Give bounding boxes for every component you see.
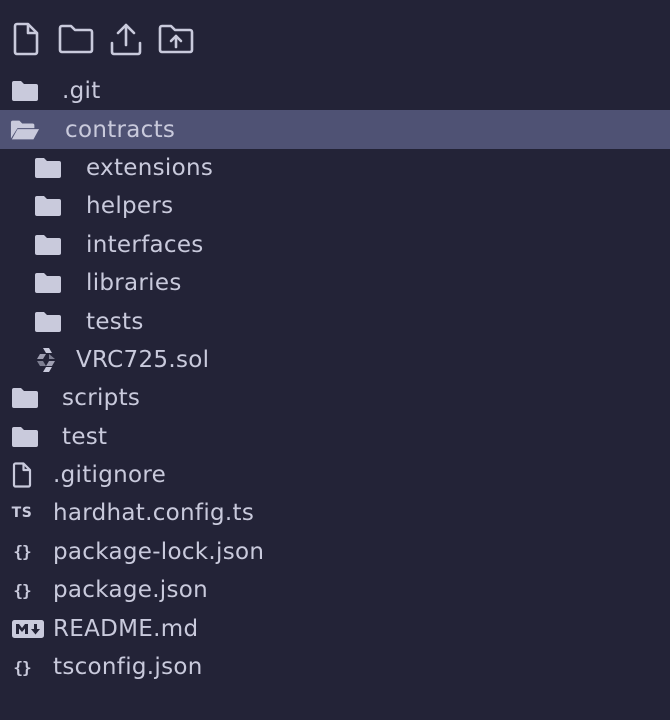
upload-file-button[interactable] — [110, 20, 142, 58]
tree-item-tsconfig-file[interactable]: {} tsconfig.json — [0, 648, 670, 686]
tree-item-label: scripts — [62, 385, 141, 412]
folder-icon — [10, 383, 40, 413]
solidity-icon — [31, 345, 61, 375]
tree-item-label: .git — [62, 78, 101, 105]
tree-item-extensions-folder[interactable]: extensions — [0, 149, 670, 187]
json-icon: {} — [13, 657, 31, 677]
tree-item-interfaces-folder[interactable]: interfaces — [0, 226, 670, 264]
tree-item-label: extensions — [86, 154, 214, 181]
folder-icon — [33, 153, 63, 183]
upload-icon — [109, 21, 143, 57]
tree-item-libraries-folder[interactable]: libraries — [0, 264, 670, 302]
tree-item-helpers-folder[interactable]: helpers — [0, 187, 670, 225]
folder-icon — [33, 307, 63, 337]
tree-item-package-lock-file[interactable]: {} package-lock.json — [0, 533, 670, 571]
new-file-button[interactable] — [10, 20, 42, 58]
json-icon: {} — [13, 580, 31, 600]
folder-icon — [33, 268, 63, 298]
tree-item-git-folder[interactable]: .git — [0, 72, 670, 110]
tree-item-label: hardhat.config.ts — [53, 500, 255, 527]
tree-item-test-folder[interactable]: test — [0, 418, 670, 456]
tree-item-vrc725-file[interactable]: VRC725.sol — [0, 341, 670, 379]
tree-item-package-json-file[interactable]: {} package.json — [0, 571, 670, 609]
tree-item-gitignore-file[interactable]: .gitignore — [0, 456, 670, 494]
folder-icon — [33, 230, 63, 260]
tree-item-label: tsconfig.json — [53, 654, 203, 681]
new-file-icon — [12, 22, 40, 56]
tree-item-readme-file[interactable]: README.md — [0, 609, 670, 647]
tree-item-label: VRC725.sol — [76, 346, 210, 373]
new-folder-button[interactable] — [58, 20, 94, 58]
tree-item-label: package-lock.json — [53, 538, 265, 565]
tree-item-label: interfaces — [86, 231, 204, 258]
typescript-icon: TS — [11, 505, 33, 522]
tree-item-label: helpers — [86, 193, 174, 220]
folder-icon — [10, 422, 40, 452]
tree-item-label: README.md — [53, 615, 199, 642]
tree-item-label: contracts — [65, 116, 176, 143]
tree-item-label: .gitignore — [53, 462, 167, 489]
tree-item-hardhat-config-file[interactable]: TS hardhat.config.ts — [0, 494, 670, 532]
file-tree: .git contracts extensions helpers interf… — [0, 72, 670, 686]
tree-item-tests-folder[interactable]: tests — [0, 302, 670, 340]
file-explorer-toolbar — [10, 20, 194, 58]
new-folder-icon — [58, 23, 94, 55]
folder-upload-icon — [158, 23, 194, 55]
tree-item-label: package.json — [53, 577, 209, 604]
folder-open-icon — [10, 115, 40, 145]
tree-item-label: test — [62, 423, 108, 450]
json-icon: {} — [13, 542, 31, 562]
tree-item-scripts-folder[interactable]: scripts — [0, 379, 670, 417]
folder-icon — [33, 191, 63, 221]
tree-item-label: libraries — [86, 270, 182, 297]
tree-item-label: tests — [86, 308, 144, 335]
file-icon — [7, 460, 37, 490]
folder-icon — [10, 76, 40, 106]
upload-folder-button[interactable] — [158, 20, 194, 58]
tree-item-contracts-folder[interactable]: contracts — [0, 110, 670, 149]
markdown-icon — [10, 614, 46, 644]
